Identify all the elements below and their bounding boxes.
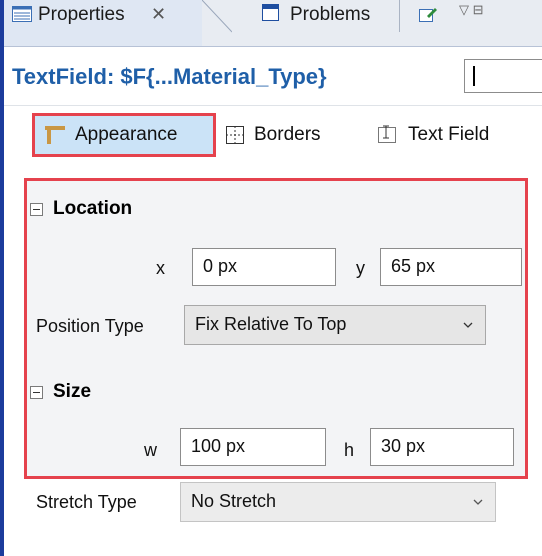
tab-text-field[interactable]: Text Field [376, 118, 489, 152]
tab-borders[interactable]: Borders [226, 118, 321, 152]
stretch-type-label: Stretch Type [36, 492, 137, 512]
appearance-icon [45, 126, 65, 144]
view-menu-icon[interactable]: ▽ ⊟ [459, 2, 484, 18]
collapse-icon[interactable] [30, 385, 43, 399]
text-field-icon [378, 125, 396, 143]
stretch-type-value: No Stretch [191, 491, 277, 511]
tab-problems[interactable]: Problems [254, 0, 399, 32]
location-section-header[interactable]: Location [30, 198, 132, 220]
x-label: x [156, 258, 165, 278]
tab-appearance-label: Appearance [75, 124, 178, 145]
location-heading: Location [53, 198, 133, 219]
stretch-type-select[interactable]: No Stretch [180, 482, 496, 522]
w-label: w [144, 440, 157, 460]
title-input[interactable] [464, 59, 542, 93]
properties-title-row: TextField: $F{...Material_Type} [4, 47, 542, 106]
problems-icon [262, 4, 279, 21]
position-type-value: Fix Relative To Top [195, 314, 347, 334]
tab-divider [202, 0, 232, 33]
edit-icon[interactable] [419, 6, 437, 22]
tab-text-field-label: Text Field [408, 124, 490, 145]
view-tab-bar: Properties ✕ Problems ▽ ⊟ [4, 0, 542, 47]
size-section-header[interactable]: Size [30, 381, 91, 403]
borders-icon [226, 126, 244, 144]
collapse-icon[interactable] [30, 202, 43, 216]
tab-problems-label: Problems [290, 4, 371, 25]
h-label: h [344, 440, 355, 460]
tab-borders-label: Borders [254, 124, 321, 145]
w-field[interactable]: 100 px [180, 428, 326, 466]
page-title: TextField: $F{...Material_Type} [12, 64, 327, 89]
chevron-down-icon [463, 322, 473, 328]
y-field[interactable]: 65 px [380, 248, 522, 286]
tab-properties[interactable]: Properties ✕ [4, 0, 202, 46]
position-type-select[interactable]: Fix Relative To Top [184, 305, 486, 345]
x-field[interactable]: 0 px [192, 248, 336, 286]
tab-appearance[interactable]: Appearance [32, 113, 216, 157]
chevron-down-icon [473, 499, 483, 505]
y-label: y [356, 258, 365, 278]
position-type-label: Position Type [36, 316, 144, 336]
h-field[interactable]: 30 px [370, 428, 514, 466]
properties-grid-icon [12, 6, 32, 22]
size-heading: Size [53, 381, 92, 402]
tab-properties-label: Properties [38, 4, 125, 25]
close-icon[interactable]: ✕ [151, 4, 166, 25]
tab-divider-2 [399, 0, 400, 32]
